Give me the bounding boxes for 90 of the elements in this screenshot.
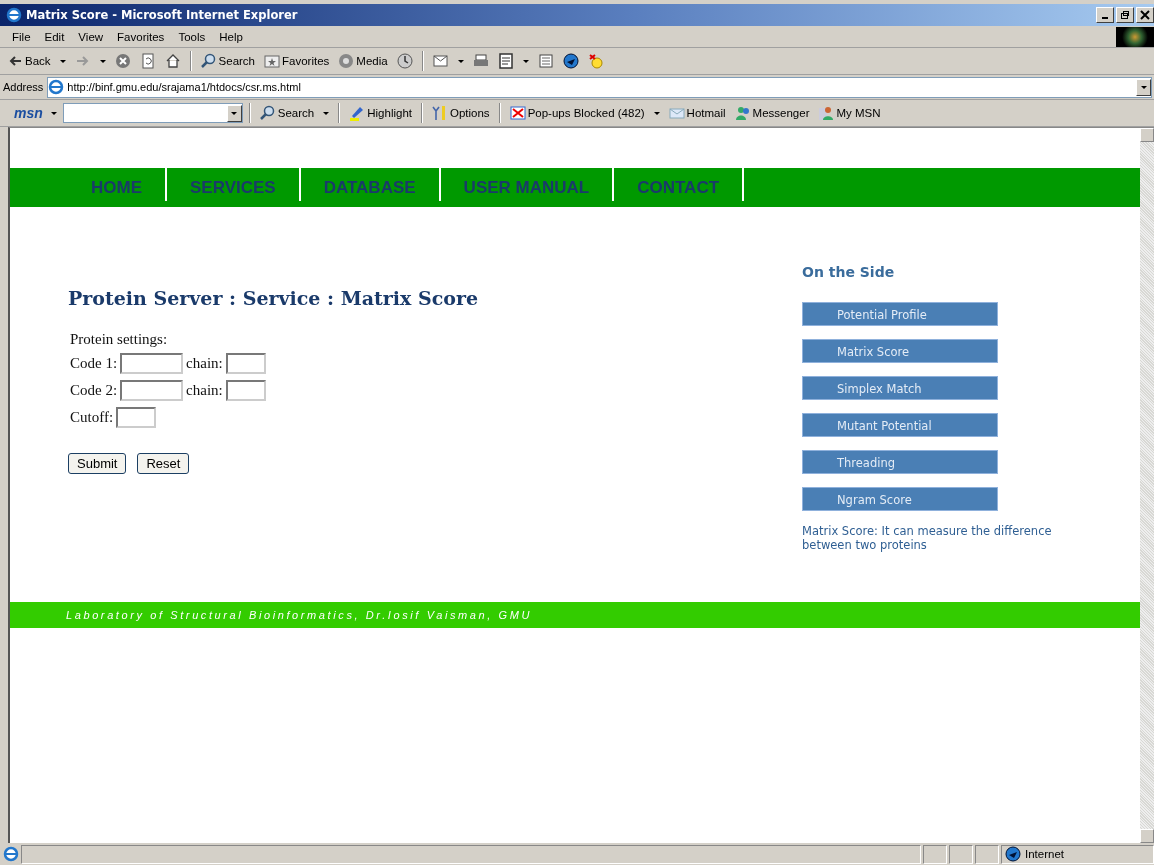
- input-field[interactable]: [225, 380, 266, 401]
- tools-icon: [432, 105, 448, 121]
- reset-button[interactable]: Reset: [137, 453, 190, 474]
- windows-logo-icon: [1116, 26, 1154, 47]
- caret-icon: [322, 109, 331, 117]
- page-heading: Protein Server : Service : Matrix Score: [68, 287, 479, 309]
- form-title: Protein settings:: [69, 331, 169, 348]
- sidebar-link[interactable]: Ngram Score: [802, 487, 998, 511]
- restore-icon: [1120, 10, 1130, 20]
- caret-icon: [521, 57, 530, 65]
- refresh-icon: [139, 53, 156, 69]
- person-icon: [818, 105, 835, 121]
- field-label: Code 1:: [70, 355, 118, 372]
- input-field[interactable]: [116, 407, 157, 428]
- caret-icon: [1139, 83, 1148, 91]
- caret-icon: [58, 57, 67, 65]
- sidebar-link[interactable]: Matrix Score: [802, 339, 998, 363]
- media-button[interactable]: Media: [335, 52, 391, 70]
- caret-icon: [230, 109, 239, 117]
- maximize-button[interactable]: [1116, 7, 1134, 23]
- field-label: chain:: [186, 355, 223, 372]
- popups-button[interactable]: Pop-ups Blocked (482): [506, 104, 648, 122]
- back-button[interactable]: Back: [4, 52, 54, 70]
- sidebar-title: On the Side: [802, 264, 896, 280]
- msn-logo[interactable]: msn: [4, 105, 45, 121]
- search-button[interactable]: Search: [256, 104, 318, 122]
- window-title: Matrix Score - Microsoft Internet Explorer: [26, 8, 298, 22]
- input-field[interactable]: [120, 353, 184, 374]
- field-label: chain:: [186, 382, 223, 399]
- close-icon: [1140, 10, 1150, 20]
- printer-icon: [472, 53, 489, 69]
- mymsn-button[interactable]: My MSN: [815, 104, 884, 122]
- browser-logo-icon: [6, 7, 22, 23]
- footer-text: Laboratory of Structural Bioinformatics, Dr.Iosif Vaisman, GMU: [10, 602, 1140, 628]
- sidebar-link[interactable]: Mutant Potential: [802, 413, 998, 437]
- dropdown-button[interactable]: [1136, 78, 1151, 96]
- people-icon: [734, 105, 751, 121]
- scroll-down-button[interactable]: [1140, 829, 1154, 843]
- smiley-icon: [587, 53, 604, 69]
- search-field[interactable]: [62, 103, 243, 123]
- menu-item[interactable]: File: [5, 30, 38, 43]
- caret-icon: [98, 57, 107, 65]
- input-field[interactable]: [120, 380, 184, 401]
- globe-icon: [562, 53, 579, 69]
- notepad-icon: [537, 53, 554, 69]
- sidebar-link[interactable]: Simplex Match: [802, 376, 998, 400]
- clock-icon: [396, 53, 413, 69]
- page-icon: [3, 846, 19, 862]
- address-label: Address: [3, 81, 44, 93]
- options-button[interactable]: Options: [429, 104, 493, 122]
- menu-item[interactable]: View: [71, 30, 111, 43]
- search-icon: [200, 53, 217, 69]
- dropdown-button[interactable]: [226, 104, 242, 122]
- mail-icon: [432, 53, 449, 69]
- menu-item[interactable]: Tools: [171, 30, 213, 43]
- envelope-icon: [668, 105, 685, 121]
- field-label: Code 2:: [70, 382, 118, 399]
- zone-label: Internet: [1025, 848, 1064, 860]
- submit-button[interactable]: Submit: [68, 453, 127, 474]
- blocked-window-icon: [509, 105, 526, 121]
- address-field[interactable]: http://binf.gmu.edu/srajama1/htdocs/csr.ms.html: [47, 76, 1152, 98]
- menu-item[interactable]: Help: [212, 30, 250, 43]
- home-icon: [164, 53, 181, 69]
- minimize-button[interactable]: [1096, 7, 1114, 23]
- globe-icon: [1005, 846, 1021, 862]
- highlighter-icon: [349, 105, 366, 121]
- sidebar-link[interactable]: Threading: [802, 450, 998, 474]
- menu-item[interactable]: Edit: [37, 30, 72, 43]
- sidebar-description: Matrix Score: It can measure the difference between two proteins: [802, 524, 1053, 552]
- menu-item[interactable]: Favorites: [110, 30, 172, 43]
- input-field[interactable]: [225, 353, 266, 374]
- search-button[interactable]: Search: [197, 52, 258, 70]
- caret-icon: [652, 109, 661, 117]
- caret-icon: [49, 109, 58, 117]
- sidebar-link[interactable]: Potential Profile: [802, 302, 998, 326]
- scroll-up-button[interactable]: [1140, 128, 1154, 142]
- favorites-button[interactable]: Favorites: [261, 52, 333, 70]
- stop-icon: [114, 53, 131, 69]
- messenger-button[interactable]: Messenger: [731, 104, 813, 122]
- document-icon: [497, 53, 514, 69]
- star-folder-icon: [264, 53, 280, 69]
- hotmail-button[interactable]: Hotmail: [665, 104, 729, 122]
- page-icon: [48, 79, 65, 95]
- field-label: Cutoff:: [70, 409, 114, 426]
- close-button[interactable]: [1136, 7, 1154, 23]
- media-icon: [338, 53, 355, 69]
- highlight-button[interactable]: Highlight: [346, 104, 415, 122]
- caret-icon: [456, 57, 465, 65]
- minimize-icon: [1102, 17, 1108, 19]
- search-icon: [259, 105, 276, 121]
